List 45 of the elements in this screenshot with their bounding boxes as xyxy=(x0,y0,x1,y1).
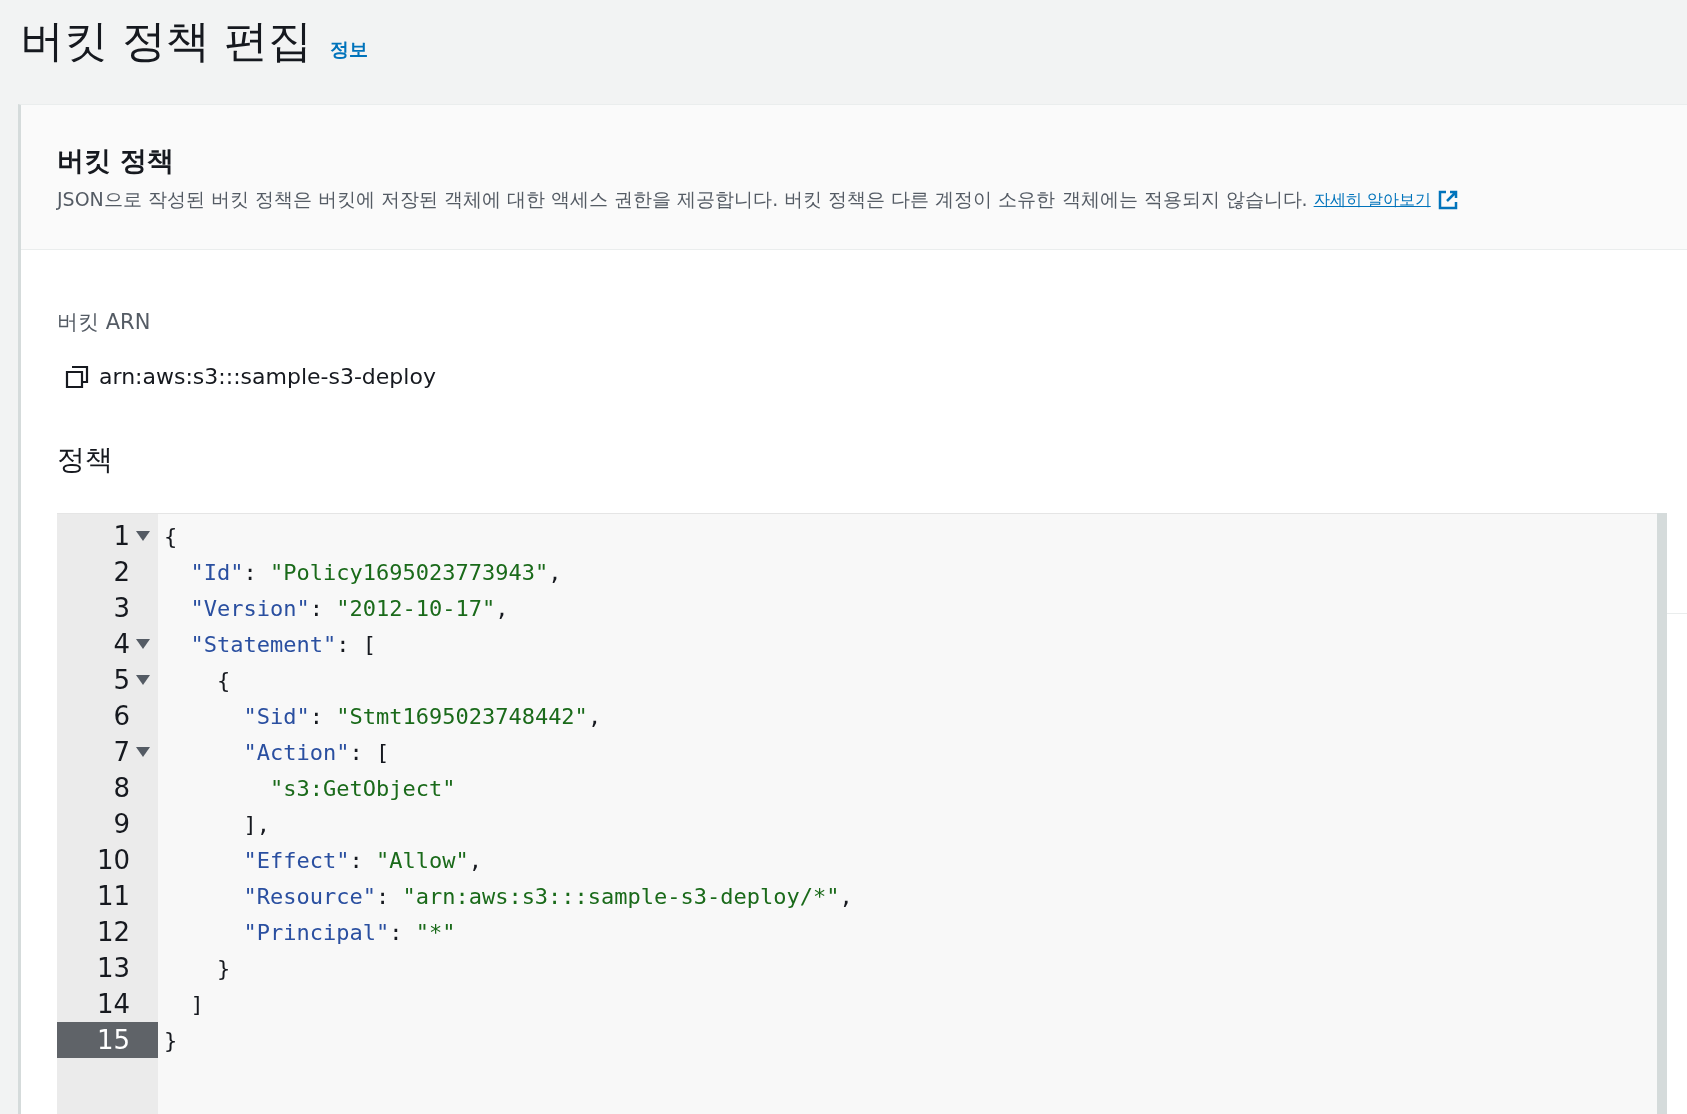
line-number: 6 xyxy=(112,700,131,733)
line-number: 4 xyxy=(57,626,158,662)
policy-label: 정책 xyxy=(57,442,114,478)
line-number: 7 xyxy=(57,734,158,770)
fold-icon[interactable] xyxy=(136,675,150,685)
code-line: "Action": [ xyxy=(242,739,390,765)
line-number: 11 xyxy=(95,880,131,913)
section-description: JSON으로 작성된 버킷 정책은 버킷에 저장된 객체에 대한 액세스 권한을 제공합니다. 버킷 정책은 다른 계정이 소유한 객체에는 적용되지 않습니다. xyxy=(57,187,1308,212)
line-number: 8 xyxy=(112,772,131,805)
code-line: } xyxy=(215,955,231,981)
line-number: 3 xyxy=(112,592,131,625)
info-link[interactable]: 정보 xyxy=(330,37,368,63)
code-line: "Statement": [ xyxy=(189,631,376,657)
code-line: } xyxy=(164,1027,178,1053)
line-number: 12 xyxy=(95,916,131,949)
code-line: "Version": "2012-10-17", xyxy=(189,595,509,621)
code-line: "s3:GetObject" xyxy=(268,775,456,801)
code-line: ], xyxy=(242,811,270,837)
code-line: "Principal": "*" xyxy=(242,919,456,945)
code-line: { xyxy=(215,667,231,693)
learn-more-link[interactable]: 자세히 알아보기 xyxy=(1313,189,1459,211)
line-number: 10 xyxy=(95,844,131,877)
code-line: { xyxy=(164,523,178,549)
line-number: 13 xyxy=(95,952,131,985)
copy-icon[interactable] xyxy=(65,364,89,389)
section-title: 버킷 정책 xyxy=(57,144,176,178)
scrollbar[interactable] xyxy=(1657,513,1667,1114)
code-line: ] xyxy=(189,991,204,1017)
fold-icon[interactable] xyxy=(136,747,150,757)
page-title: 버킷 정책 편집 xyxy=(20,14,312,68)
line-number: 9 xyxy=(112,808,131,841)
line-number: 5 xyxy=(57,662,158,698)
fold-icon[interactable] xyxy=(136,531,150,541)
code-line: "Sid": "Stmt1695023748442", xyxy=(242,703,602,729)
code-line: "Id": "Policy1695023773943", xyxy=(189,559,562,585)
code-line: "Effect": "Allow", xyxy=(242,847,482,873)
line-number: 14 xyxy=(95,988,131,1021)
active-line-number: 15 xyxy=(57,1022,158,1058)
code-line: "Resource": "arn:aws:s3:::sample-s3-deploy/*", xyxy=(242,883,853,909)
arn-value: arn:aws:s3:::sample-s3-deploy xyxy=(99,364,436,389)
line-number: 2 xyxy=(112,556,131,589)
arn-label: 버킷 ARN xyxy=(57,309,152,336)
line-number: 1 xyxy=(57,518,158,554)
fold-icon[interactable] xyxy=(136,639,150,649)
external-link-icon xyxy=(1436,189,1459,211)
